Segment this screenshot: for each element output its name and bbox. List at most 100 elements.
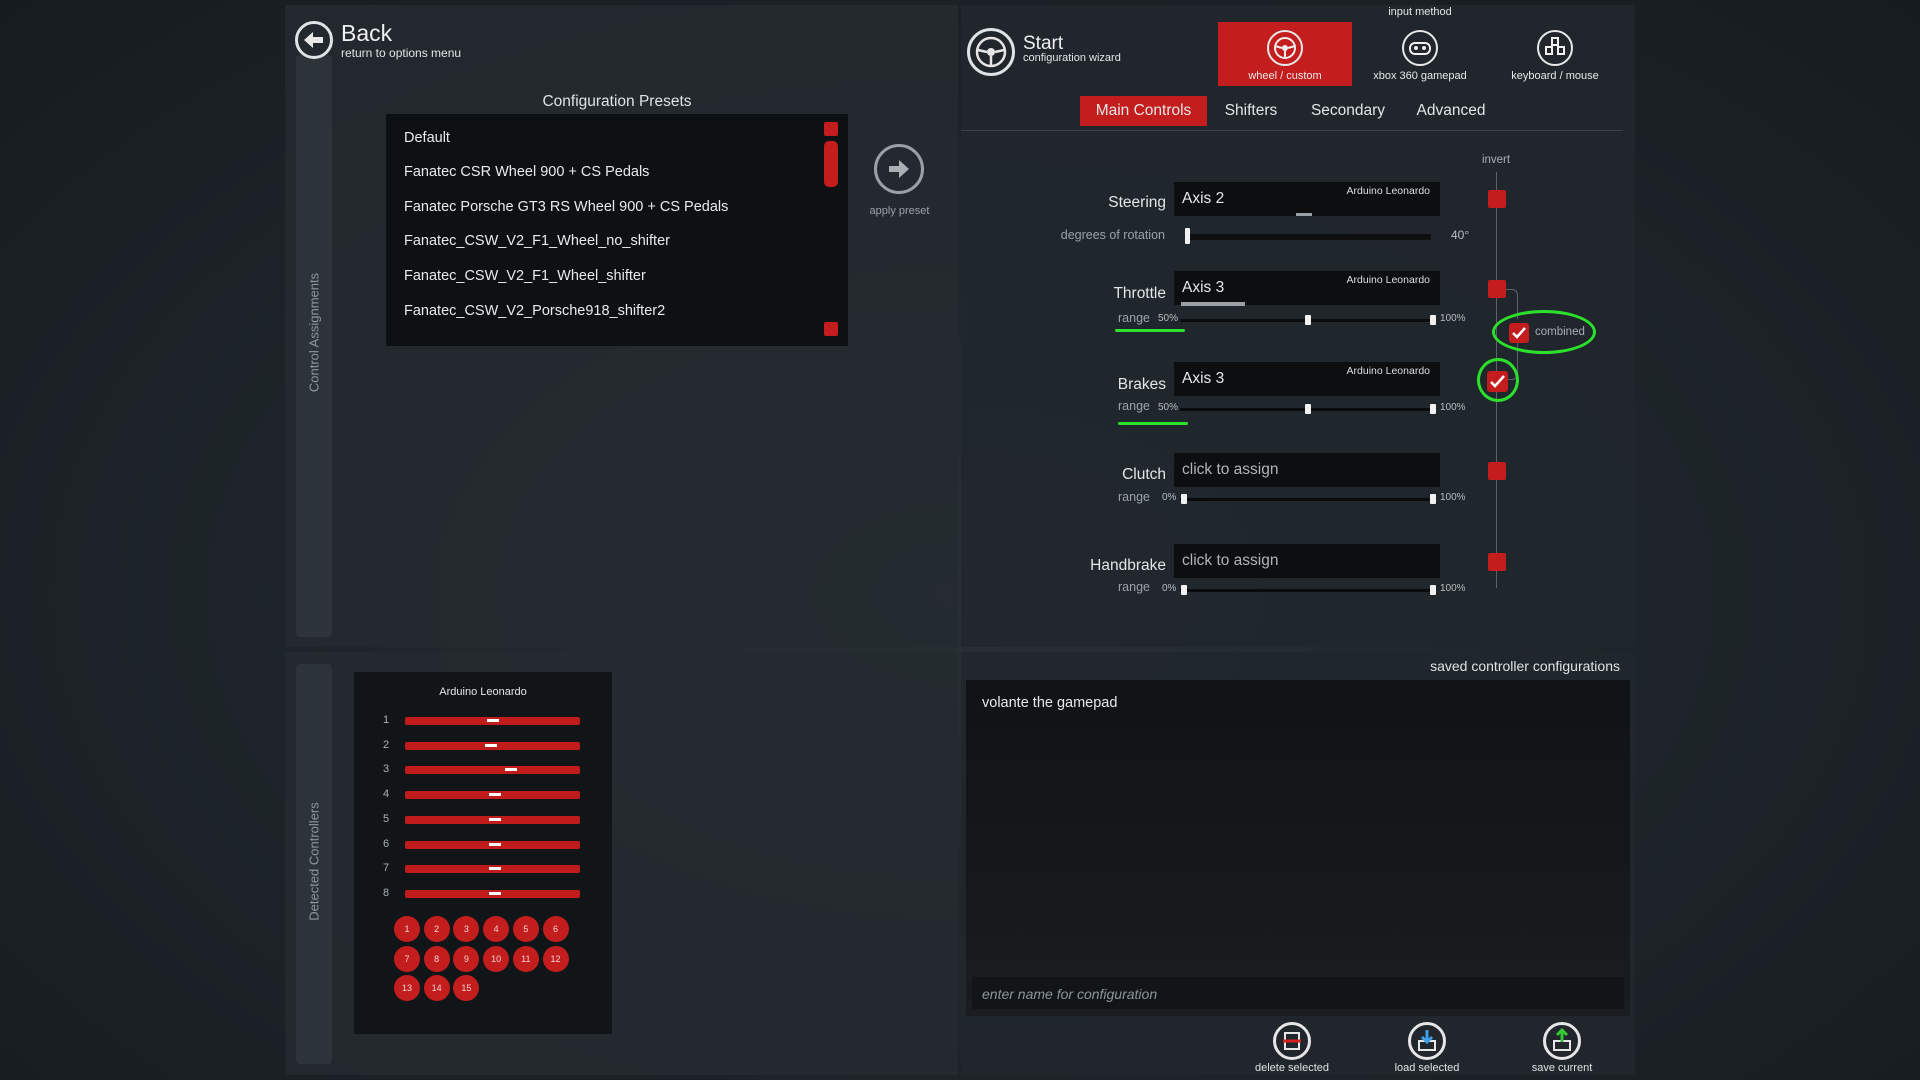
axis-bar-knob: [505, 768, 517, 772]
rotation-slider-track[interactable]: [1185, 234, 1431, 240]
preset-item[interactable]: Fanatec_CSW_V2_F1_Wheel_shifter: [404, 268, 646, 284]
saved-configurations-list[interactable]: volante the gamepad enter name for confi…: [966, 680, 1630, 1016]
controller-button: 1: [394, 916, 420, 942]
brakes-range-min-handle[interactable]: [1305, 404, 1311, 414]
rotation-value: 40°: [1451, 228, 1470, 242]
throttle-range-max: 100%: [1440, 313, 1466, 324]
preset-item[interactable]: Fanatec CSR Wheel 900 + CS Pedals: [404, 164, 649, 180]
axis-bar-knob: [489, 867, 501, 871]
controller-button: 10: [483, 945, 510, 972]
controller-button: 12: [542, 945, 569, 972]
axis-number: 6: [382, 837, 390, 850]
handbrake-invert-checkbox[interactable]: [1488, 553, 1506, 571]
clutch-range-track[interactable]: [1180, 498, 1436, 501]
handbrake-range-track[interactable]: [1180, 589, 1436, 592]
delete-icon: [1273, 1022, 1311, 1060]
throttle-invert-checkbox[interactable]: [1488, 280, 1506, 298]
presets-list[interactable]: Default Fanatec CSR Wheel 900 + CS Pedal…: [386, 114, 848, 346]
handbrake-range-label: range: [1118, 580, 1150, 594]
scrollbar-thumb[interactable]: [824, 141, 838, 187]
back-button[interactable]: [295, 21, 333, 59]
handbrake-range-max-handle[interactable]: [1430, 585, 1436, 595]
detected-controllers-label: Detected Controllers: [306, 802, 322, 921]
controller-button: 7: [394, 945, 420, 972]
tab-shifters[interactable]: Shifters: [1213, 96, 1289, 126]
preset-item[interactable]: Default: [404, 130, 450, 146]
clutch-invert-checkbox[interactable]: [1488, 462, 1506, 480]
clutch-range-label: range: [1118, 490, 1150, 504]
axis-bar-knob: [489, 817, 501, 821]
steering-axis-field[interactable]: Axis 2 Arduino Leonardo: [1174, 182, 1440, 216]
throttle-device-name: Arduino Leonardo: [1346, 274, 1430, 286]
controller-button: 11: [512, 945, 539, 972]
tab-main-controls[interactable]: Main Controls: [1080, 96, 1207, 126]
clutch-range-min-handle[interactable]: [1181, 494, 1187, 504]
apply-preset-button[interactable]: [874, 144, 924, 194]
clutch-axis-value: click to assign: [1182, 461, 1279, 478]
saved-configuration-item[interactable]: volante the gamepad: [982, 695, 1117, 711]
throttle-axis-indicator: [1181, 302, 1245, 306]
load-selected-label: load selected: [1394, 1062, 1460, 1074]
input-method-keyboard-label: keyboard / mouse: [1511, 70, 1599, 82]
brakes-axis-field[interactable]: Axis 3 Arduino Leonardo: [1174, 362, 1440, 396]
preset-item[interactable]: Fanatec_CSW_V2_F1_Wheel_no_shifter: [404, 233, 670, 249]
axis-number: 4: [382, 788, 390, 801]
controller-button: 14: [423, 975, 450, 1001]
load-icon: [1408, 1022, 1446, 1060]
detected-controllers-tab[interactable]: Detected Controllers: [296, 664, 332, 1064]
apply-preset-label: apply preset: [869, 205, 930, 217]
input-method-gamepad[interactable]: xbox 360 gamepad: [1353, 22, 1487, 86]
brakes-range-min: 50%: [1158, 402, 1179, 413]
rotation-slider-handle[interactable]: [1185, 228, 1190, 244]
handbrake-range-min-handle[interactable]: [1181, 585, 1187, 595]
throttle-range-min-handle[interactable]: [1305, 315, 1311, 325]
input-method-wheel[interactable]: wheel / custom: [1218, 22, 1352, 86]
tab-secondary[interactable]: Secondary: [1298, 96, 1398, 126]
back-arrow-icon: [304, 32, 323, 48]
controller-button: 4: [483, 916, 510, 942]
throttle-axis-value: Axis 3: [1182, 279, 1225, 296]
axis-bar: [405, 840, 580, 849]
preset-item[interactable]: Fanatec Porsche GT3 RS Wheel 900 + CS Pe…: [404, 199, 728, 215]
presets-title: Configuration Presets: [542, 93, 692, 110]
input-method-gamepad-label: xbox 360 gamepad: [1373, 70, 1467, 82]
back-title[interactable]: Back: [341, 20, 392, 47]
annotation-circle: [1492, 310, 1596, 354]
axis-number: 7: [382, 862, 390, 875]
steering-wheel-icon: [1267, 30, 1303, 66]
control-assignments-tab[interactable]: Control Assignments: [296, 55, 332, 637]
configuration-name-input[interactable]: enter name for configuration: [972, 977, 1624, 1009]
input-method-wheel-label: wheel / custom: [1248, 70, 1322, 82]
scroll-down-arrow[interactable]: [824, 322, 838, 336]
clutch-range-max-handle[interactable]: [1430, 494, 1436, 504]
throttle-axis-field[interactable]: Axis 3 Arduino Leonardo: [1174, 271, 1440, 306]
handbrake-axis-value: click to assign: [1182, 552, 1279, 569]
axis-number: 1: [382, 714, 390, 726]
brakes-range-max-handle[interactable]: [1430, 404, 1436, 414]
throttle-range-max-handle[interactable]: [1430, 315, 1436, 325]
scroll-up-arrow[interactable]: [824, 122, 838, 136]
input-method-keyboard[interactable]: keyboard / mouse: [1488, 22, 1622, 86]
degrees-of-rotation-label: degrees of rotation: [1060, 228, 1165, 242]
brakes-range-max: 100%: [1440, 402, 1466, 413]
input-method-title: input method: [1388, 6, 1452, 18]
steering-label: Steering: [1108, 194, 1166, 211]
delete-selected-label: delete selected: [1255, 1062, 1329, 1074]
annotation-underline: [1118, 422, 1188, 425]
controller-button: 8: [423, 945, 450, 972]
steering-invert-checkbox[interactable]: [1488, 190, 1506, 208]
axis-bar-knob: [489, 891, 501, 895]
annotation-underline: [1115, 329, 1185, 332]
steering-device-name: Arduino Leonardo: [1346, 185, 1430, 197]
axis-bar-knob: [489, 793, 501, 797]
controller-button: 13: [394, 975, 420, 1001]
start-wizard-button[interactable]: [967, 28, 1015, 76]
clutch-axis-field[interactable]: click to assign: [1174, 453, 1440, 487]
handbrake-axis-field[interactable]: click to assign: [1174, 544, 1440, 578]
brakes-range-label: range: [1118, 399, 1150, 413]
preset-item[interactable]: Fanatec_CSW_V2_Porsche918_shifter2: [404, 303, 665, 319]
controller-name: Arduino Leonardo: [439, 686, 527, 698]
tab-advanced[interactable]: Advanced: [1405, 96, 1497, 126]
axis-number: 5: [382, 812, 390, 825]
axis-bar: [405, 889, 580, 898]
